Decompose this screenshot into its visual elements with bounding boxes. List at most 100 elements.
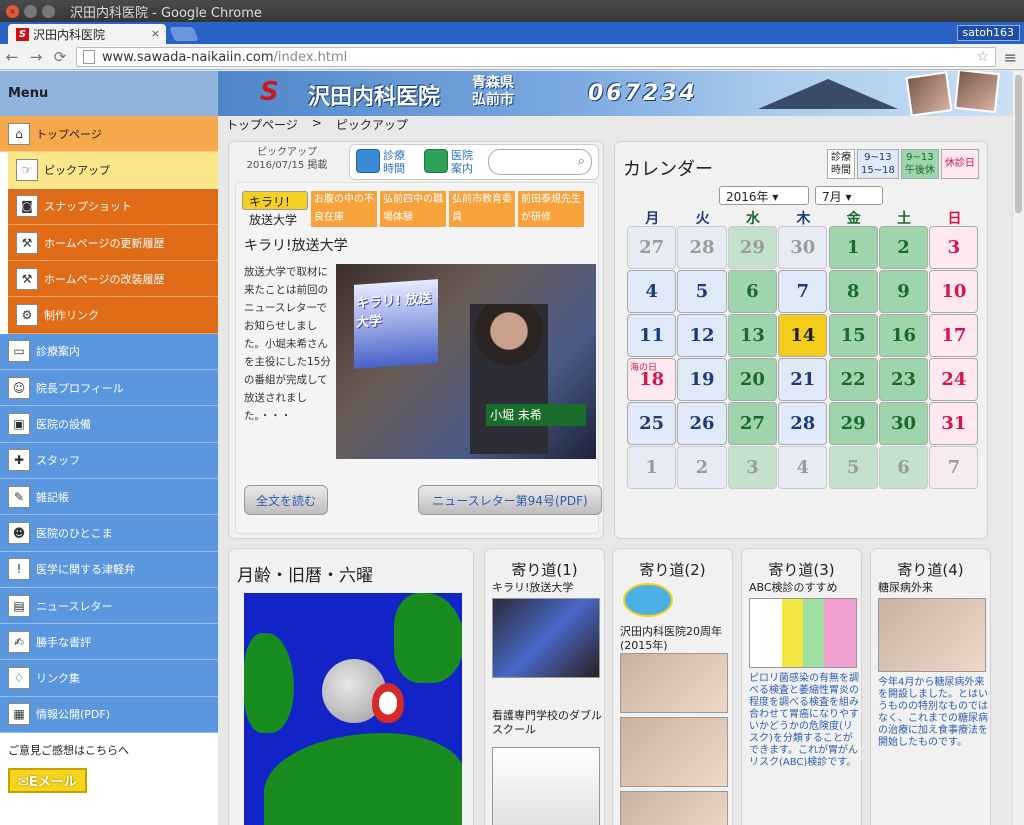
- nav-schedule[interactable]: 診療 時間: [383, 149, 405, 175]
- site-banner[interactable]: S 沢田内科医院 青森県 弘前市 067234: [218, 71, 1012, 116]
- calendar-day[interactable]: 3: [929, 226, 979, 269]
- sidebar-item-update-history[interactable]: ⚒ ホームページの更新履歴: [8, 224, 218, 262]
- calendar-day[interactable]: 8: [828, 270, 878, 313]
- chevron-down-icon: ▾: [772, 190, 779, 204]
- calendar-day[interactable]: 5: [677, 270, 727, 313]
- pickup-tab[interactable]: 前田泰規先生が研修: [518, 191, 584, 227]
- sidebar-item-director-profile[interactable]: ☺ 院長プロフィール: [0, 370, 218, 407]
- nav-guide[interactable]: 医院 案内: [451, 149, 473, 175]
- sidebar-item-consultation[interactable]: ▭ 診療案内: [0, 333, 218, 371]
- calendar-day[interactable]: 26: [677, 402, 727, 445]
- calendar-day[interactable]: 30: [778, 226, 828, 269]
- calendar-day[interactable]: 28: [677, 226, 727, 269]
- chrome-menu-icon[interactable]: ≡: [1004, 48, 1017, 67]
- yorimichi-1-panel[interactable]: 寄り道(1) キラリ!放送大学 看護専門学校のダブルスクール: [484, 548, 605, 825]
- sidebar-item-newsletter[interactable]: ▤ ニュースレター: [0, 587, 218, 625]
- sidebar-item-staff[interactable]: ✚ スタッフ: [0, 442, 218, 479]
- sidebar-item-tsugaru-dialect[interactable]: ! 医学に関する津軽弁: [0, 551, 218, 588]
- search-input[interactable]: ⌕: [488, 149, 592, 175]
- bookmark-star-icon[interactable]: ☆: [976, 49, 989, 65]
- calendar-day[interactable]: 27: [727, 402, 777, 445]
- sidebar-item-clinic-moments[interactable]: ☻ 医院のひとこま: [0, 515, 218, 552]
- sidebar-item-book-reviews[interactable]: ✍ 勝手な書評: [0, 624, 218, 661]
- sidebar-item-equipment[interactable]: ▣ 医院の設備: [0, 406, 218, 443]
- pickup-tab[interactable]: 弘前四中の職場体験: [380, 191, 446, 227]
- profile-badge[interactable]: satoh163: [956, 25, 1020, 41]
- browser-tab[interactable]: S 沢田内科医院 ×: [8, 24, 166, 44]
- sidebar-item-disclosure-pdf[interactable]: ▦ 情報公開(PDF): [0, 696, 218, 734]
- calendar-day[interactable]: 24: [929, 358, 979, 401]
- url-host: www.sawada-naikaiin.com: [102, 49, 274, 65]
- calendar-day[interactable]: 1: [828, 226, 878, 269]
- newsletter-pdf-button[interactable]: ニュースレター第94号(PDF): [418, 485, 602, 515]
- minimize-window-icon[interactable]: [24, 4, 37, 18]
- calendar-day[interactable]: 7: [778, 270, 828, 313]
- tab-close-icon[interactable]: ×: [151, 27, 160, 40]
- calendar-day[interactable]: 3: [727, 446, 777, 489]
- calendar-day[interactable]: 4: [778, 446, 828, 489]
- pickup-tab[interactable]: お腹の中の不良在庫: [311, 191, 377, 227]
- calendar-day[interactable]: 6: [727, 270, 777, 313]
- calendar-day[interactable]: 5: [828, 446, 878, 489]
- breadcrumb-home[interactable]: トップページ: [226, 116, 298, 132]
- new-tab-button[interactable]: [169, 27, 199, 41]
- search-icon[interactable]: ⌕: [578, 154, 585, 169]
- calendar-day[interactable]: 17: [929, 314, 979, 357]
- email-button[interactable]: ✉Eメール: [8, 768, 87, 794]
- calendar-day[interactable]: 12: [677, 314, 727, 357]
- pickup-tab[interactable]: キラリ!放送大学: [242, 191, 308, 227]
- scrollbar-thumb[interactable]: [1015, 75, 1022, 213]
- pickup-tab[interactable]: 弘前市教育委員: [449, 191, 515, 227]
- calendar-day[interactable]: 28: [778, 402, 828, 445]
- calendar-day[interactable]: 15: [828, 314, 878, 357]
- calendar-day[interactable]: 11: [627, 314, 677, 357]
- maximize-window-icon[interactable]: [42, 4, 55, 18]
- calendar-day[interactable]: 16: [878, 314, 929, 357]
- vertical-scrollbar[interactable]: [1012, 71, 1024, 825]
- sidebar-item-renovation-history[interactable]: ⚒ ホームページの改装履歴: [8, 261, 218, 298]
- calendar-day[interactable]: 13: [727, 314, 777, 357]
- clock-icon[interactable]: [356, 149, 380, 173]
- month-select[interactable]: 7月 ▾: [815, 186, 883, 205]
- calendar-day[interactable]: 30: [878, 402, 929, 445]
- calendar-day[interactable]: 22: [828, 358, 878, 401]
- calendar-day[interactable]: 1: [627, 446, 677, 489]
- reload-icon[interactable]: ⟳: [48, 48, 72, 66]
- calendar-day[interactable]: 25: [627, 402, 677, 445]
- calendar-day[interactable]: 14: [778, 314, 828, 357]
- calendar-day[interactable]: 27: [627, 226, 677, 269]
- yorimichi-4-panel[interactable]: 寄り道(4) 糖尿病外来 今年4月から糖尿病外来を開設しました。とはいうものの特…: [870, 548, 991, 825]
- calendar-day[interactable]: 19: [677, 358, 727, 401]
- sidebar-item-notebook[interactable]: ✎ 雑記帳: [0, 478, 218, 516]
- calendar-day[interactable]: 7: [929, 446, 979, 489]
- yorimichi-3-panel[interactable]: 寄り道(3) ABC検診のすすめ ピロリ菌感染の有無を調べる検査と萎縮性胃炎の程…: [741, 548, 862, 825]
- back-icon[interactable]: ←: [0, 48, 24, 66]
- sidebar-item-snapshot[interactable]: ◙ スナップショット: [8, 188, 218, 225]
- calendar-day[interactable]: 29: [828, 402, 878, 445]
- sidebar-item-pickup[interactable]: ☞ ピックアップ: [8, 152, 218, 189]
- calendar-day[interactable]: 2: [878, 226, 929, 269]
- calendar-day[interactable]: 4: [627, 270, 677, 313]
- sidebar-item-production-links[interactable]: ⚙ 制作リンク: [8, 297, 218, 334]
- forward-icon[interactable]: →: [24, 48, 48, 66]
- calendar-day-number: 3: [746, 457, 759, 478]
- calendar-day[interactable]: 31: [929, 402, 979, 445]
- yorimichi-2-panel[interactable]: 寄り道(2) 沢田内科医院20周年(2015年): [612, 548, 733, 825]
- calendar-day[interactable]: 6: [878, 446, 929, 489]
- calendar-day[interactable]: 21: [778, 358, 828, 401]
- close-window-icon[interactable]: ×: [6, 4, 19, 18]
- calendar-day[interactable]: 29: [727, 226, 777, 269]
- year-select[interactable]: 2016年 ▾: [719, 186, 809, 205]
- calendar-day[interactable]: 18 海の日: [627, 358, 677, 401]
- calendar-day[interactable]: 10: [929, 270, 979, 313]
- weekday-headers: 月 火 水 木 金 土 日: [627, 208, 983, 228]
- calendar-day[interactable]: 20: [727, 358, 777, 401]
- calendar-day[interactable]: 2: [677, 446, 727, 489]
- sidebar-item-top[interactable]: ⌂ トップページ: [0, 116, 218, 153]
- sidebar-item-links[interactable]: ♢ リンク集: [0, 660, 218, 697]
- car-icon[interactable]: [424, 149, 448, 173]
- address-bar[interactable]: www.sawada-naikaiin.com/index.html ☆: [76, 47, 996, 67]
- calendar-day[interactable]: 23: [878, 358, 929, 401]
- read-more-button[interactable]: 全文を読む: [244, 485, 328, 515]
- calendar-day[interactable]: 9: [878, 270, 929, 313]
